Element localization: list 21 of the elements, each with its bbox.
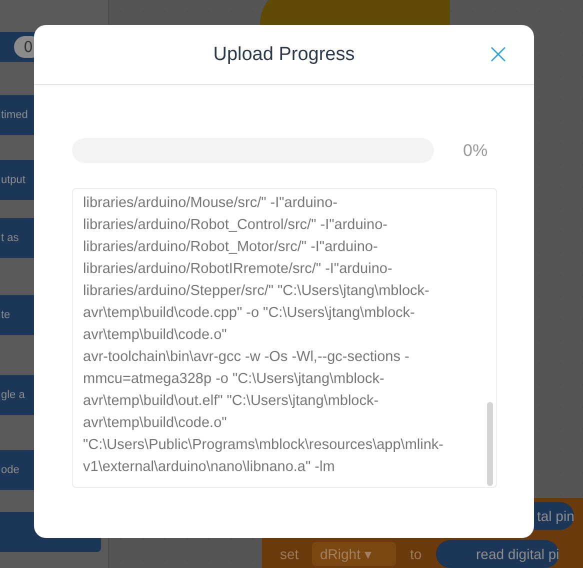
log-line: v1\external\arduino\nano\libnano.a" -lm — [83, 458, 336, 477]
log-line: libraries/arduino/RobotIRremote/src/" -I"arduino- — [83, 260, 394, 279]
log-line: mmcu=atmega328p -o "C:\Users\jtang\mblock- — [83, 370, 386, 389]
scrollbar-thumb[interactable] — [487, 402, 493, 486]
log-line: avr-toolchain\bin\avr-gcc -w -Os -Wl,--gc-sections - — [83, 348, 410, 367]
dialog-title: Upload Progress — [213, 44, 355, 66]
set-label: set — [280, 546, 299, 562]
log-line: libraries/arduino/Stepper/src/" "C:\Users\jtang\mblock- — [83, 282, 430, 301]
log-line: avr\temp\build\code.o" — [83, 326, 228, 345]
log-line: avr\temp\build\code.o" — [83, 414, 228, 433]
log-line: libraries/arduino/Robot_Motor/src/" -I"arduino- — [83, 238, 379, 257]
log-line: avr\temp\build\out.elf" "C:\Users\jtang\mblock- — [83, 392, 380, 411]
to-label: to — [410, 546, 422, 562]
log-line: "C:\Users\Public\Programs\mblock\resources\app\mlink- — [83, 436, 445, 455]
read-digital-block: read digital pi — [436, 540, 560, 568]
close-button[interactable]: × — [482, 41, 514, 67]
variable-dropdown[interactable]: dRight ▾ — [312, 542, 396, 566]
progress-percent: 0% — [463, 140, 488, 160]
log-line: libraries/arduino/Mouse/src/" -I"arduino- — [83, 194, 338, 213]
log-line: libraries/arduino/Robot_Control/src/" -I"arduino- — [83, 216, 388, 235]
log-line: avr\temp\build\code.cpp" -o "C:\Users\jtang\mblock- — [83, 304, 416, 323]
